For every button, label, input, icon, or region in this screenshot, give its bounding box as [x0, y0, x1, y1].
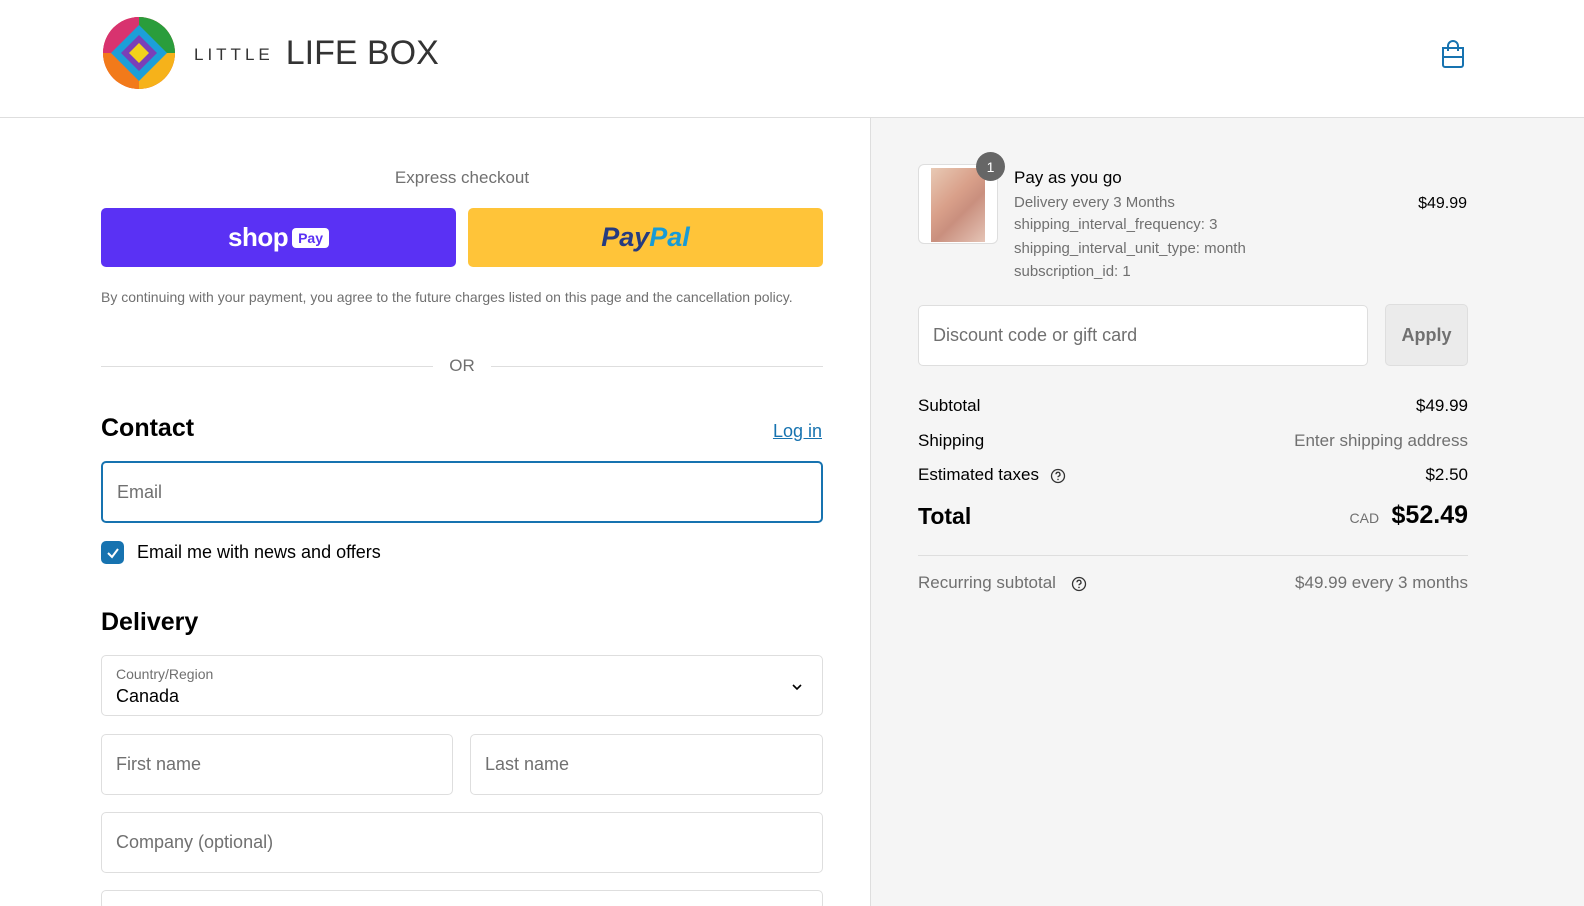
- shipping-value: Enter shipping address: [1294, 431, 1468, 450]
- logo-mark-icon: [103, 17, 175, 89]
- paypal-button[interactable]: PayPal: [468, 208, 823, 267]
- taxes-label: Estimated taxes: [918, 465, 1039, 484]
- product-price: $49.99: [1418, 195, 1467, 212]
- shop-pay-button[interactable]: shop Pay: [101, 208, 456, 267]
- total-currency: CAD: [1349, 510, 1380, 526]
- delivery-heading: Delivery: [101, 608, 199, 636]
- apply-discount-button[interactable]: Apply: [1385, 304, 1468, 366]
- product-property: subscription_id: 1: [1014, 263, 1131, 280]
- shop-pay-pill: Pay: [292, 227, 330, 248]
- discount-code-input[interactable]: [919, 306, 1367, 365]
- login-link[interactable]: Log in: [740, 421, 822, 442]
- product-image: [931, 168, 985, 242]
- taxes-value: $2.50: [1425, 465, 1468, 484]
- shipping-label: Shipping: [918, 431, 985, 450]
- newsletter-row: Email me with news and offers: [101, 541, 381, 564]
- total-label: Total: [918, 503, 972, 529]
- product-title: Pay as you go: [1014, 168, 1122, 187]
- subtotal-value: $49.99: [1416, 396, 1468, 415]
- or-label: OR: [449, 356, 475, 375]
- product-property: shipping_interval_unit_type: month: [1014, 240, 1246, 257]
- checkout-main: Express checkout shop Pay PayPal By cont…: [0, 118, 870, 906]
- last-name-wrapper: [470, 734, 823, 795]
- recurring-row-label: Recurring subtotal: [918, 573, 1087, 593]
- total-value: $52.49: [1391, 501, 1468, 529]
- product-property: Delivery every 3 Months: [1014, 194, 1175, 211]
- shopping-bag-icon[interactable]: [1440, 40, 1466, 68]
- first-name-field[interactable]: [102, 735, 452, 794]
- company-field[interactable]: [102, 813, 822, 872]
- store-logo[interactable]: LITTLE LIFE BOX: [102, 16, 439, 90]
- quantity-badge: 1: [976, 152, 1005, 181]
- discount-wrapper: [918, 305, 1368, 366]
- divider-line: [101, 366, 433, 367]
- recurring-label: Recurring subtotal: [918, 573, 1056, 592]
- country-select[interactable]: Country/Region Canada: [101, 655, 823, 716]
- taxes-row-label: Estimated taxes: [918, 465, 1066, 485]
- country-label: Country/Region: [116, 666, 214, 682]
- logo-text-small: LITTLE: [194, 45, 274, 64]
- company-wrapper: [101, 812, 823, 873]
- help-circle-icon[interactable]: [1050, 468, 1066, 484]
- address-field-partial[interactable]: [101, 890, 823, 906]
- newsletter-checkbox[interactable]: [101, 541, 124, 564]
- country-value: Canada: [116, 686, 180, 706]
- shop-pay-wordmark: shop: [227, 222, 289, 252]
- paypal-pal-text: Pal: [649, 222, 690, 252]
- or-divider: OR: [101, 356, 823, 376]
- first-name-wrapper: [101, 734, 453, 795]
- site-header: LITTLE LIFE BOX: [0, 0, 1584, 118]
- help-circle-icon[interactable]: [1071, 576, 1087, 592]
- chevron-down-icon: [792, 684, 802, 691]
- logo-text-big: LIFE BOX: [285, 33, 439, 72]
- last-name-field[interactable]: [471, 735, 822, 794]
- summary-divider: [918, 555, 1468, 556]
- divider-line: [491, 366, 823, 367]
- subtotal-label: Subtotal: [918, 396, 981, 415]
- paypal-wordmark: PayPal: [601, 222, 690, 253]
- paypal-pay-text: Pay: [601, 222, 650, 252]
- product-property: shipping_interval_frequency: 3: [1014, 216, 1218, 233]
- subscription-policy-text: By continuing with your payment, you agr…: [101, 289, 793, 305]
- newsletter-label: Email me with news and offers: [137, 542, 381, 562]
- express-checkout-label: Express checkout: [394, 168, 530, 187]
- checkmark-icon: [106, 547, 119, 559]
- recurring-value: $49.99 every 3 months: [1295, 573, 1468, 592]
- contact-heading: Contact: [101, 414, 195, 442]
- order-summary: 1 Pay as you go Delivery every 3 Months …: [870, 118, 1584, 906]
- email-field[interactable]: [103, 463, 821, 521]
- email-field-wrapper: [101, 461, 823, 523]
- total-amount: CAD $52.49: [1201, 501, 1468, 530]
